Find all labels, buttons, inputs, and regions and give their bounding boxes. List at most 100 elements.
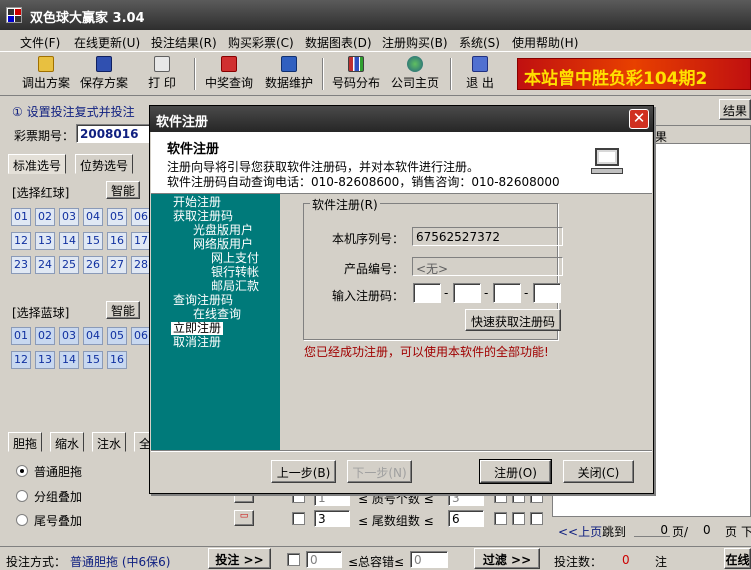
tab-dantuo[interactable]: 胆拖 <box>8 432 43 452</box>
tail-edit-button[interactable]: ▭ <box>234 510 254 526</box>
exit-button[interactable]: 退 出 <box>460 54 500 94</box>
online-button[interactable]: 在线 <box>724 548 751 569</box>
blue-ball[interactable]: 03 <box>59 327 79 345</box>
tab-position-select[interactable]: 位势选号 <box>75 154 134 174</box>
blue-ball[interactable]: 02 <box>35 327 55 345</box>
result-button[interactable]: 结果 <box>719 99 751 120</box>
filter-check-f[interactable] <box>530 512 543 525</box>
blue-ball[interactable]: 12 <box>11 351 31 369</box>
menu-bet-result[interactable]: 投注结果(R) <box>151 34 217 51</box>
code-input-3[interactable] <box>493 283 521 303</box>
nav-start-register[interactable]: 开始注册 <box>173 196 221 209</box>
menu-data-charts[interactable]: 数据图表(D) <box>305 34 372 51</box>
tab-standard-select[interactable]: 标准选号 <box>8 154 67 174</box>
radio-group-stack[interactable] <box>16 490 28 502</box>
database-icon <box>281 56 297 72</box>
nav-post-remit[interactable]: 邮局汇款 <box>211 280 259 293</box>
menu-register-buy[interactable]: 注册购买(B) <box>382 34 448 51</box>
filter-button[interactable]: 过滤 >> <box>474 548 540 569</box>
blue-ball[interactable]: 01 <box>11 327 31 345</box>
filter-tolerance-checkbox[interactable] <box>287 553 300 566</box>
bet-button[interactable]: 投注 >> <box>208 548 271 569</box>
tolerance-min-select[interactable]: 0 <box>306 551 342 568</box>
blue-ball[interactable]: 04 <box>83 327 103 345</box>
tolerance-max-select[interactable]: 0 <box>410 551 448 568</box>
red-ball[interactable]: 23 <box>11 256 31 274</box>
filter-check-d[interactable] <box>494 512 507 525</box>
save-scheme-button[interactable]: 保存方案 <box>78 54 130 94</box>
nav-bank-transfer[interactable]: 银行转帐 <box>211 266 259 279</box>
prev-step-button[interactable]: 上一步(B) <box>271 460 336 483</box>
filter-check-e[interactable] <box>512 512 525 525</box>
tail-min-select[interactable]: 3 <box>314 510 350 527</box>
menu-file[interactable]: 文件(F) <box>20 34 60 51</box>
blue-smart-button[interactable]: 智能 <box>106 301 140 319</box>
prize-query-button[interactable]: 中奖查询 <box>203 54 255 94</box>
red-ball[interactable]: 06 <box>131 208 151 226</box>
red-ball[interactable]: 14 <box>59 232 79 250</box>
number-distribution-button[interactable]: 号码分布 <box>330 54 382 94</box>
radio-normal-dantuo[interactable] <box>16 465 28 477</box>
homepage-button[interactable]: 公司主页 <box>389 54 441 94</box>
nav-online-pay[interactable]: 网上支付 <box>211 252 259 265</box>
red-ball[interactable]: 24 <box>35 256 55 274</box>
print-button[interactable]: 打 印 <box>142 54 182 94</box>
data-maintain-button[interactable]: 数据维护 <box>263 54 315 94</box>
red-smart-button[interactable]: 智能 <box>106 181 140 199</box>
red-ball[interactable]: 26 <box>83 256 103 274</box>
blue-ball[interactable]: 15 <box>83 351 103 369</box>
menu-help[interactable]: 使用帮助(H) <box>512 34 578 51</box>
issue-select[interactable]: 2008016 <box>76 124 154 143</box>
nav-register-now[interactable]: 立即注册 <box>171 322 224 335</box>
tab-quan[interactable]: 全 <box>134 432 150 452</box>
red-ball[interactable]: 01 <box>11 208 31 226</box>
close-icon[interactable]: ✕ <box>629 109 649 129</box>
menu-system[interactable]: 系统(S) <box>459 34 500 51</box>
red-ball[interactable]: 05 <box>107 208 127 226</box>
red-ball[interactable]: 12 <box>11 232 31 250</box>
nav-online-query[interactable]: 在线查询 <box>193 308 241 321</box>
nav-net-user[interactable]: 网络版用户 <box>193 238 253 251</box>
bar-chart-icon <box>348 56 364 72</box>
nav-query-code[interactable]: 查询注册码 <box>173 294 233 307</box>
red-ball[interactable]: 25 <box>59 256 79 274</box>
red-ball[interactable]: 27 <box>107 256 127 274</box>
blue-ball[interactable]: 16 <box>107 351 127 369</box>
open-scheme-button[interactable]: 调出方案 <box>20 54 72 94</box>
code-input-1[interactable] <box>413 283 441 303</box>
red-ball[interactable]: 03 <box>59 208 79 226</box>
next-step-button[interactable]: 下一步(N) <box>347 460 412 483</box>
red-ball[interactable]: 28 <box>131 256 151 274</box>
red-ball[interactable]: 13 <box>35 232 55 250</box>
register-button[interactable]: 注册(O) <box>479 459 552 484</box>
red-ball[interactable]: 17 <box>131 232 151 250</box>
radio-tail-stack[interactable] <box>16 514 28 526</box>
filter-tail-checkbox[interactable] <box>292 512 305 525</box>
blue-ball[interactable]: 05 <box>107 327 127 345</box>
close-button[interactable]: 关闭(C) <box>563 460 634 483</box>
ad-banner[interactable]: 本站曾中胜负彩104期2 <box>517 58 751 90</box>
next-page-link[interactable]: 下 <box>741 523 751 540</box>
blue-ball[interactable]: 06 <box>131 327 151 345</box>
blue-ball[interactable]: 14 <box>59 351 79 369</box>
nav-cancel-register[interactable]: 取消注册 <box>173 336 221 349</box>
menu-buy-lottery[interactable]: 购买彩票(C) <box>228 34 294 51</box>
menu-online-update[interactable]: 在线更新(U) <box>74 34 140 51</box>
tail-max-select[interactable]: 6 <box>448 510 484 527</box>
quick-get-code-button[interactable]: 快速获取注册码 <box>465 309 561 331</box>
tab-zhushui[interactable]: 注水 <box>92 432 127 452</box>
nav-cd-user[interactable]: 光盘版用户 <box>193 224 253 237</box>
toolbar-separator <box>322 58 324 90</box>
red-ball[interactable]: 15 <box>83 232 103 250</box>
red-ball[interactable]: 02 <box>35 208 55 226</box>
nav-get-code[interactable]: 获取注册码 <box>173 210 233 223</box>
tab-suoshui[interactable]: 缩水 <box>50 432 85 452</box>
blue-ball[interactable]: 13 <box>35 351 55 369</box>
prev-page-link[interactable]: <<上页 <box>558 523 602 540</box>
code-input-4[interactable] <box>533 283 561 303</box>
red-ball[interactable]: 04 <box>83 208 103 226</box>
page-input[interactable]: 0 <box>634 521 670 537</box>
red-ball[interactable]: 16 <box>107 232 127 250</box>
code-input-2[interactable] <box>453 283 481 303</box>
computer-icon <box>591 148 623 176</box>
